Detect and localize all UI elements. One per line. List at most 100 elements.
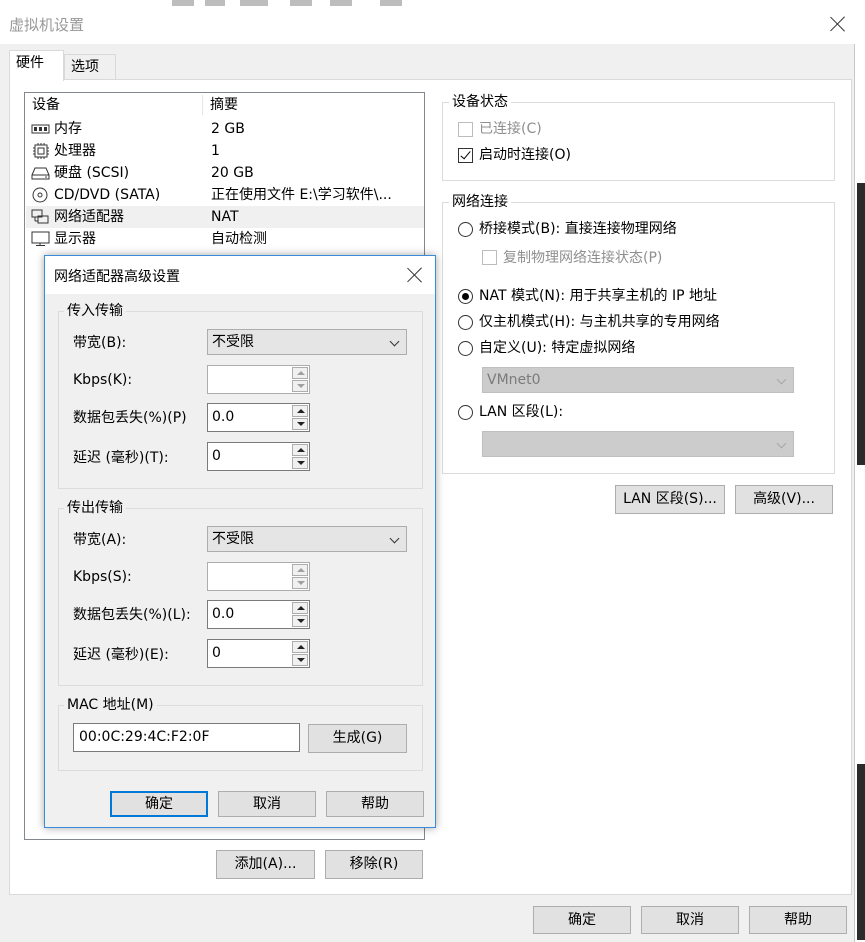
toolbar-edge (380, 0, 402, 6)
tab-hardware[interactable]: 硬件 (9, 50, 64, 81)
group-title: 网络连接 (449, 193, 511, 211)
cd-dvd-icon (32, 187, 48, 203)
incoming-loss-label: 数据包丢失(%)(P) (73, 410, 187, 426)
connect-at-power-on-checkbox[interactable] (458, 148, 473, 163)
toolbar-edge (205, 0, 225, 6)
lan-segment-dropdown[interactable] (482, 431, 794, 457)
close-icon[interactable] (407, 267, 423, 283)
device-row-processor[interactable]: 处理器 1 (26, 140, 424, 162)
chevron-down-icon (776, 374, 787, 385)
help-button[interactable]: 帮助 (749, 906, 847, 934)
dialog-title: 网络适配器高级设置 (54, 269, 180, 285)
connected-label: 已连接(C) (479, 121, 542, 137)
device-row-display[interactable]: 显示器 自动检测 (26, 228, 424, 250)
chevron-down-icon (389, 336, 400, 347)
memory-icon (31, 124, 50, 134)
toolbar-edge (330, 0, 352, 6)
outgoing-bandwidth-label: 带宽(A): (73, 532, 127, 548)
incoming-loss-stepper[interactable]: 0.0 (207, 403, 310, 432)
group-title: 设备状态 (449, 93, 511, 111)
mac-address-field[interactable]: 00:0C:29:4C:F2:0F (73, 723, 300, 752)
incoming-kbps-label: Kbps(K): (73, 372, 133, 388)
spin-up-icon[interactable] (292, 602, 308, 614)
incoming-latency-stepper[interactable]: 0 (207, 442, 310, 471)
group-title: MAC 地址(M) (64, 696, 157, 714)
device-row-hard-disk[interactable]: 硬盘 (SCSI) 20 GB (26, 162, 424, 184)
incoming-bandwidth-dropdown[interactable]: 不受限 (207, 329, 407, 355)
dialog-ok-button[interactable]: 确定 (110, 791, 208, 817)
dialog-title-bar: 网络适配器高级设置 (45, 256, 435, 294)
toolbar-edge (290, 0, 312, 6)
outgoing-kbps-stepper[interactable] (207, 562, 310, 591)
host-only-radio[interactable] (458, 315, 473, 330)
processor-icon (33, 143, 49, 159)
hard-disk-icon (31, 167, 50, 180)
background-strip (855, 0, 865, 942)
toolbar-edge (172, 0, 194, 6)
host-only-label: 仅主机模式(H): 与主机共享的专用网络 (479, 314, 720, 330)
spin-down-icon[interactable] (292, 380, 308, 392)
outgoing-latency-label: 延迟 (毫秒)(E): (73, 647, 169, 663)
network-adapter-advanced-dialog: 网络适配器高级设置 传入传输 带宽(B): 不受限 Kbps(K): 数据包丢失… (44, 255, 436, 828)
spin-up-icon[interactable] (292, 367, 308, 379)
column-header-summary: 摘要 (210, 97, 238, 113)
device-status-group: 设备状态 (442, 93, 835, 181)
connected-checkbox[interactable] (458, 122, 473, 137)
replicate-state-checkbox[interactable] (482, 250, 497, 265)
device-row-cd-dvd[interactable]: CD/DVD (SATA) 正在使用文件 E:\学习软件\... (26, 184, 424, 206)
custom-radio[interactable] (458, 341, 473, 356)
outgoing-latency-stepper[interactable]: 0 (207, 639, 310, 668)
replicate-state-label: 复制物理网络连接状态(P) (503, 250, 663, 266)
window-title: 虚拟机设置 (9, 16, 85, 34)
tab-options[interactable]: 选项 (64, 54, 116, 81)
ok-button[interactable]: 确定 (533, 906, 631, 934)
spin-down-icon[interactable] (292, 418, 308, 430)
group-title: 传出传输 (64, 499, 126, 517)
lan-segment-label: LAN 区段(L): (479, 404, 564, 420)
spin-up-icon[interactable] (292, 641, 308, 653)
spin-up-icon[interactable] (292, 564, 308, 576)
column-header-device: 设备 (32, 97, 60, 113)
spin-down-icon[interactable] (292, 457, 308, 469)
group-title: 传入传输 (64, 302, 126, 320)
background-window-edge (857, 764, 865, 940)
outgoing-loss-stepper[interactable]: 0.0 (207, 600, 310, 629)
nat-label: NAT 模式(N): 用于共享主机的 IP 地址 (479, 288, 717, 304)
cancel-button[interactable]: 取消 (641, 906, 739, 934)
incoming-kbps-stepper[interactable] (207, 365, 310, 394)
dialog-cancel-button[interactable]: 取消 (218, 791, 316, 817)
background-window-edge (857, 183, 865, 465)
lan-segment-radio[interactable] (458, 405, 473, 420)
toolbar-edge (240, 0, 268, 6)
display-icon (31, 231, 50, 246)
device-row-network-adapter[interactable]: 网络适配器 NAT (26, 206, 424, 228)
outgoing-bandwidth-dropdown[interactable]: 不受限 (207, 526, 407, 552)
chevron-down-icon (776, 438, 787, 449)
custom-network-dropdown[interactable]: VMnet0 (482, 367, 794, 393)
incoming-latency-label: 延迟 (毫秒)(T): (73, 450, 169, 466)
bridged-label: 桥接模式(B): 直接连接物理网络 (479, 221, 677, 237)
network-adapter-icon (31, 209, 49, 224)
spin-down-icon[interactable] (292, 615, 308, 627)
spin-up-icon[interactable] (292, 444, 308, 456)
column-divider (202, 95, 203, 115)
advanced-button[interactable]: 高级(V)... (735, 485, 833, 514)
lan-segments-button[interactable]: LAN 区段(S)... (615, 485, 725, 514)
spin-down-icon[interactable] (292, 654, 308, 666)
bridged-radio[interactable] (458, 222, 473, 237)
device-row-memory[interactable]: 内存 2 GB (26, 118, 424, 140)
generate-mac-button[interactable]: 生成(G) (308, 724, 407, 753)
close-icon[interactable] (830, 16, 846, 32)
dialog-help-button[interactable]: 帮助 (326, 791, 424, 817)
custom-label: 自定义(U): 特定虚拟网络 (479, 340, 636, 356)
spin-up-icon[interactable] (292, 405, 308, 417)
remove-device-button[interactable]: 移除(R) (325, 850, 423, 879)
nat-radio[interactable] (458, 289, 473, 304)
incoming-bandwidth-label: 带宽(B): (73, 335, 127, 351)
title-bar: 虚拟机设置 (0, 0, 855, 44)
outgoing-kbps-label: Kbps(S): (73, 569, 132, 585)
spin-down-icon[interactable] (292, 577, 308, 589)
outgoing-loss-label: 数据包丢失(%)(L): (73, 607, 191, 623)
connect-at-power-on-label: 启动时连接(O) (479, 147, 571, 163)
add-device-button[interactable]: 添加(A)... (216, 850, 315, 879)
